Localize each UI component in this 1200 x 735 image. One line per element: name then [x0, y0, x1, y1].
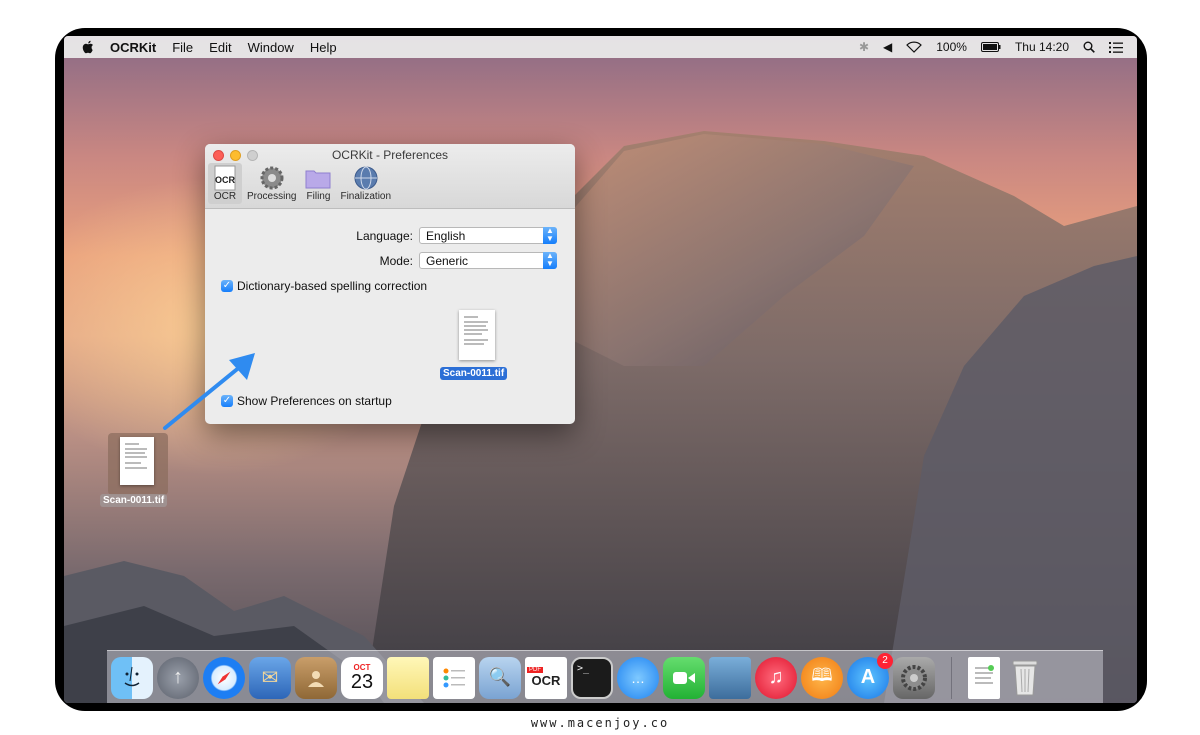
volume-icon[interactable]: ◀: [883, 40, 892, 54]
chevron-updown-icon: ▲ ▼: [543, 227, 557, 244]
spelling-checkbox[interactable]: ✓: [221, 280, 233, 292]
wifi-icon[interactable]: [906, 41, 923, 53]
mode-value: Generic: [426, 254, 469, 268]
window-title: OCRKit - Preferences: [331, 148, 449, 162]
dock-contacts-icon[interactable]: [295, 656, 337, 699]
drag-arrow-icon: [163, 353, 255, 430]
bluetooth-icon[interactable]: ✱: [859, 40, 869, 54]
terminal-prompt: >_: [577, 662, 590, 674]
desktop-screen: OCRKit File Edit Window Help ✱ ◀ 100% Th…: [64, 36, 1137, 703]
dock-document-icon[interactable]: [968, 656, 1000, 699]
site-watermark: www.macenjoy.co: [530, 716, 670, 730]
dock-mail-icon[interactable]: ✉: [249, 656, 291, 699]
dock-safari-icon[interactable]: [203, 656, 245, 699]
dragged-document-icon[interactable]: [459, 310, 495, 360]
menu-app-name[interactable]: OCRKit: [110, 40, 156, 55]
dock-terminal-icon[interactable]: >_: [571, 656, 613, 699]
dock: ↑ ✉ OCT 23 🔍 PDF OCR >_ … ♫ 🕮 A 2: [107, 650, 1103, 703]
dock-system-preferences-icon[interactable]: [893, 656, 935, 699]
window-titlebar[interactable]: OCRKit - Preferences OCR OCR Processing …: [205, 144, 575, 209]
dock-facetime-icon[interactable]: [663, 656, 705, 699]
mode-label: Mode:: [379, 253, 413, 268]
gear-icon: [258, 165, 286, 191]
battery-icon[interactable]: [980, 42, 1001, 52]
dock-separator: [951, 656, 952, 699]
folder-icon: [304, 165, 332, 191]
globe-icon: [352, 165, 380, 191]
desktop-file-label[interactable]: Scan-0011.tif: [100, 494, 168, 507]
dock-ocrkit-icon[interactable]: PDF OCR: [525, 656, 567, 699]
ocr-icon: OCR: [211, 165, 239, 191]
dock-ibooks-icon[interactable]: 🕮: [801, 656, 843, 699]
menu-bar: OCRKit File Edit Window Help ✱ ◀ 100% Th…: [64, 36, 1137, 58]
dock-preview-icon[interactable]: 🔍: [479, 656, 521, 699]
menu-file[interactable]: File: [172, 40, 193, 55]
document-icon: [120, 437, 154, 485]
battery-percent[interactable]: 100%: [936, 40, 967, 54]
status-menus: ✱ ◀ 100% Thu 14:20: [859, 36, 1123, 58]
clock[interactable]: Thu 14:20: [1015, 40, 1069, 54]
spelling-label: Dictionary-based spelling correction: [237, 279, 428, 293]
svg-text:OCR: OCR: [215, 175, 236, 185]
tab-processing[interactable]: Processing: [244, 163, 299, 204]
dock-reminders-icon[interactable]: [433, 656, 475, 699]
spotlight-search-icon[interactable]: [1083, 41, 1095, 53]
apple-menu-icon[interactable]: [82, 40, 94, 54]
menu-window[interactable]: Window: [248, 40, 294, 55]
spelling-checkbox-row[interactable]: ✓ Dictionary-based spelling correction: [221, 279, 427, 293]
mode-select[interactable]: Generic ▲ ▼: [419, 252, 557, 269]
dock-trash-icon[interactable]: [1004, 657, 1046, 699]
menu-edit[interactable]: Edit: [209, 40, 231, 55]
tab-finalization[interactable]: Finalization: [337, 163, 394, 204]
dock-notes-icon[interactable]: [387, 656, 429, 699]
preferences-toolbar: OCR OCR Processing Filing Finalization: [208, 163, 394, 204]
dock-messages-icon[interactable]: …: [617, 656, 659, 699]
language-label: Language:: [356, 228, 413, 243]
tab-ocr-label: OCR: [213, 191, 237, 202]
chevron-updown-icon: ▲ ▼: [543, 252, 557, 269]
tab-finalization-label: Finalization: [340, 191, 392, 202]
dock-iphoto-icon[interactable]: [709, 656, 751, 699]
language-row: Language: English ▲ ▼: [356, 227, 557, 244]
appstore-badge: 2: [877, 652, 893, 669]
notification-center-icon[interactable]: [1109, 41, 1123, 53]
dragged-file-label: Scan-0011.tif: [440, 367, 508, 380]
tab-filing[interactable]: Filing: [301, 163, 335, 204]
language-select[interactable]: English ▲ ▼: [419, 227, 557, 244]
ocrkit-ocr-label: OCR: [531, 673, 561, 688]
tab-processing-label: Processing: [247, 191, 297, 202]
language-value: English: [426, 229, 466, 243]
tab-filing-label: Filing: [306, 191, 331, 202]
dock-itunes-icon[interactable]: ♫: [755, 656, 797, 699]
dock-calendar-icon[interactable]: OCT 23: [341, 656, 383, 699]
calendar-day: 23: [350, 671, 374, 693]
mode-row: Mode: Generic ▲ ▼: [380, 252, 557, 269]
dock-finder-icon[interactable]: [111, 656, 153, 699]
tab-ocr[interactable]: OCR OCR: [208, 163, 242, 204]
menu-help[interactable]: Help: [310, 40, 337, 55]
dock-launchpad-icon[interactable]: ↑: [157, 656, 199, 699]
dock-appstore-icon[interactable]: A 2: [847, 652, 893, 699]
